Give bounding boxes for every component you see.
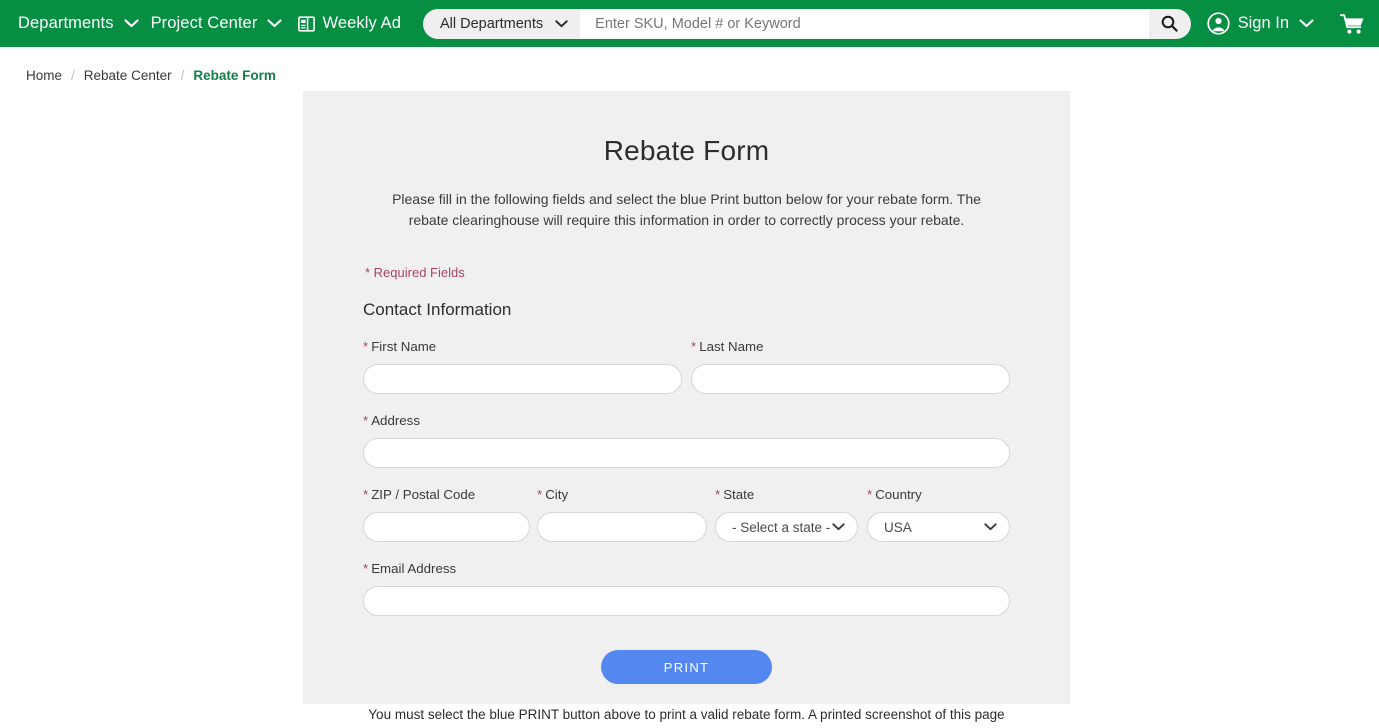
user-account-icon — [1206, 12, 1230, 35]
weekly-ad-link[interactable]: Weekly Ad — [298, 14, 401, 33]
department-filter-value: All Departments — [440, 15, 544, 32]
print-button[interactable]: PRINT — [601, 650, 772, 684]
city-input[interactable] — [537, 512, 707, 542]
location-field-row: * ZIP / Postal Code * City * State - Select… — [363, 487, 1010, 542]
weekly-ad-label[interactable]: Weekly Ad — [322, 14, 401, 33]
state-select[interactable]: - Select a state - — [715, 512, 858, 542]
address-field-row: * Address — [363, 413, 1010, 468]
city-field-group: * City — [537, 487, 707, 542]
required-asterisk: * — [715, 487, 721, 502]
email-input[interactable] — [363, 586, 1010, 616]
last-name-label: * Last Name — [691, 339, 1010, 354]
country-label: * Country — [867, 487, 1010, 502]
address-label: * Address — [363, 413, 1010, 428]
email-field-group: * Email Address — [363, 561, 1010, 616]
country-field-group: * Country USA — [867, 487, 1010, 542]
required-asterisk: * — [537, 487, 543, 502]
first-name-label-text: First Name — [371, 339, 437, 354]
breadcrumb-current: Rebate Form — [193, 67, 276, 83]
project-center-menu[interactable]: Project Center — [151, 14, 295, 33]
country-label-text: Country — [875, 487, 922, 502]
last-name-label-text: Last Name — [699, 339, 764, 354]
form-intro-text: Please fill in the following fields and … — [392, 191, 981, 228]
chevron-down-icon[interactable] — [832, 523, 845, 531]
first-name-input[interactable] — [363, 364, 682, 394]
contact-information-heading: Contact Information — [363, 300, 512, 319]
page-title: Rebate Form — [603, 135, 770, 166]
top-navigation-bar: Departments Project Center Weekly Ad All… — [0, 0, 1379, 47]
newspaper-icon — [298, 15, 316, 32]
email-label: * Email Address — [363, 561, 1010, 576]
required-asterisk: * — [363, 487, 369, 502]
rebate-form-panel: Rebate Form Please fill in the following… — [303, 91, 1070, 728]
required-asterisk: * — [363, 413, 369, 428]
last-name-field-group: * Last Name — [691, 339, 1010, 394]
cart-icon — [1340, 13, 1365, 35]
chevron-down-icon[interactable] — [267, 19, 283, 28]
address-label-text: Address — [371, 413, 420, 428]
print-disclaimer-text: You must select the blue PRINT button ab… — [368, 707, 1005, 728]
state-label: * State — [715, 487, 858, 502]
city-label-text: City — [545, 487, 569, 502]
department-filter-select[interactable]: All Departments — [423, 8, 582, 39]
search-bar: All Departments — [423, 8, 1191, 39]
departments-menu[interactable]: Departments — [18, 14, 151, 33]
required-asterisk: * — [867, 487, 873, 502]
zip-label-text: ZIP / Postal Code — [371, 487, 476, 502]
chevron-down-icon[interactable] — [555, 19, 568, 28]
last-name-input[interactable] — [691, 364, 1010, 394]
shopping-cart-button[interactable] — [1340, 13, 1365, 35]
search-icon — [1161, 15, 1178, 32]
state-field-group: * State - Select a state - — [715, 487, 858, 542]
country-select-value: USA — [884, 519, 912, 535]
country-select[interactable]: USA — [867, 512, 1010, 542]
search-submit-button[interactable] — [1148, 8, 1191, 39]
chevron-down-icon[interactable] — [984, 523, 997, 531]
email-field-row: * Email Address — [363, 561, 1010, 616]
breadcrumb-home[interactable]: Home — [26, 68, 62, 83]
project-center-label[interactable]: Project Center — [151, 14, 258, 33]
search-input[interactable] — [581, 8, 1149, 39]
city-label: * City — [537, 487, 707, 502]
breadcrumb-separator: / — [180, 67, 185, 83]
sign-in-label[interactable]: Sign In — [1238, 14, 1289, 33]
state-select-value: - Select a state - — [732, 519, 831, 535]
zip-input[interactable] — [363, 512, 530, 542]
chevron-down-icon[interactable] — [1299, 19, 1314, 28]
zip-label: * ZIP / Postal Code — [363, 487, 530, 502]
name-field-row: * First Name * Last Name — [363, 339, 1010, 394]
required-asterisk: * — [363, 561, 369, 576]
breadcrumb-separator: / — [71, 67, 75, 83]
breadcrumb-rebate-center[interactable]: Rebate Center — [84, 68, 172, 83]
state-label-text: State — [723, 487, 755, 502]
first-name-field-group: * First Name — [363, 339, 682, 394]
zip-field-group: * ZIP / Postal Code — [363, 487, 530, 542]
address-input[interactable] — [363, 438, 1010, 468]
first-name-label: * First Name — [363, 339, 682, 354]
breadcrumb: Home / Rebate Center / Rebate Form — [0, 47, 1379, 91]
content-area: Rebate Form Please fill in the following… — [0, 91, 1379, 728]
account-menu[interactable]: Sign In — [1206, 12, 1326, 35]
required-fields-note: * Required Fields — [365, 265, 465, 280]
required-asterisk: * — [691, 339, 697, 354]
required-asterisk: * — [363, 339, 369, 354]
address-field-group: * Address — [363, 413, 1010, 468]
departments-label[interactable]: Departments — [18, 14, 114, 33]
print-button-row: PRINT — [363, 650, 1010, 684]
chevron-down-icon[interactable] — [123, 19, 139, 28]
email-label-text: Email Address — [371, 561, 457, 576]
